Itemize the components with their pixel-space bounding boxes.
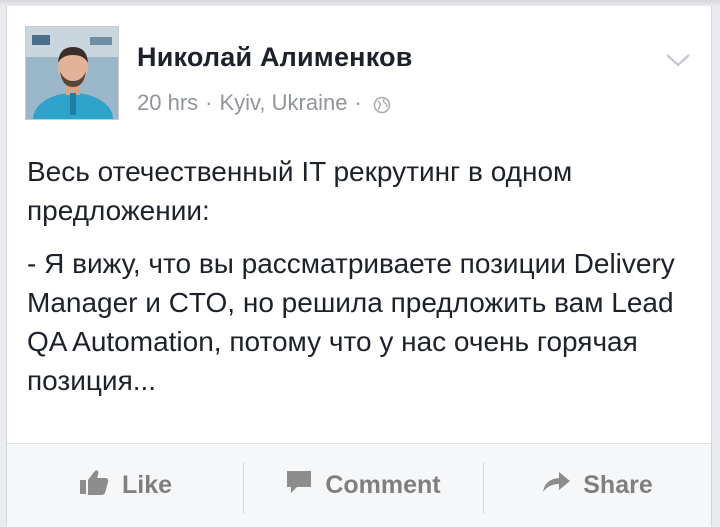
like-button[interactable]: Like (7, 444, 243, 527)
chevron-down-icon[interactable] (665, 52, 691, 68)
post-body: Весь отечественный IT рекрутинг в одном … (27, 152, 697, 414)
share-button[interactable]: Share (483, 444, 711, 527)
like-label: Like (121, 471, 173, 499)
post-paragraph: - Я вижу, что вы рассматриваете позиции … (27, 248, 675, 396)
post-location[interactable]: Kyiv, Ukraine (219, 90, 347, 116)
share-label: Share (583, 471, 653, 499)
comment-label: Comment (325, 471, 441, 499)
post-meta: 20 hrs · Kyiv, Ukraine · (137, 90, 391, 116)
post-time[interactable]: 20 hrs (137, 90, 198, 116)
globe-icon[interactable] (373, 94, 391, 114)
comment-icon (285, 469, 325, 502)
post-card: Николай Алименков 20 hrs · Kyiv, Ukraine… (6, 6, 712, 527)
thumbs-up-icon (78, 468, 122, 503)
post-paragraph: Весь отечественный IT рекрутинг в одном … (27, 156, 573, 226)
meta-separator: · (354, 90, 362, 115)
comment-button[interactable]: Comment (243, 444, 483, 527)
author-name[interactable]: Николай Алименков (137, 42, 413, 73)
share-arrow-icon (541, 470, 583, 501)
avatar[interactable] (25, 26, 119, 120)
action-bar: Like Comment Share (7, 443, 711, 527)
meta-separator: · (205, 90, 213, 115)
